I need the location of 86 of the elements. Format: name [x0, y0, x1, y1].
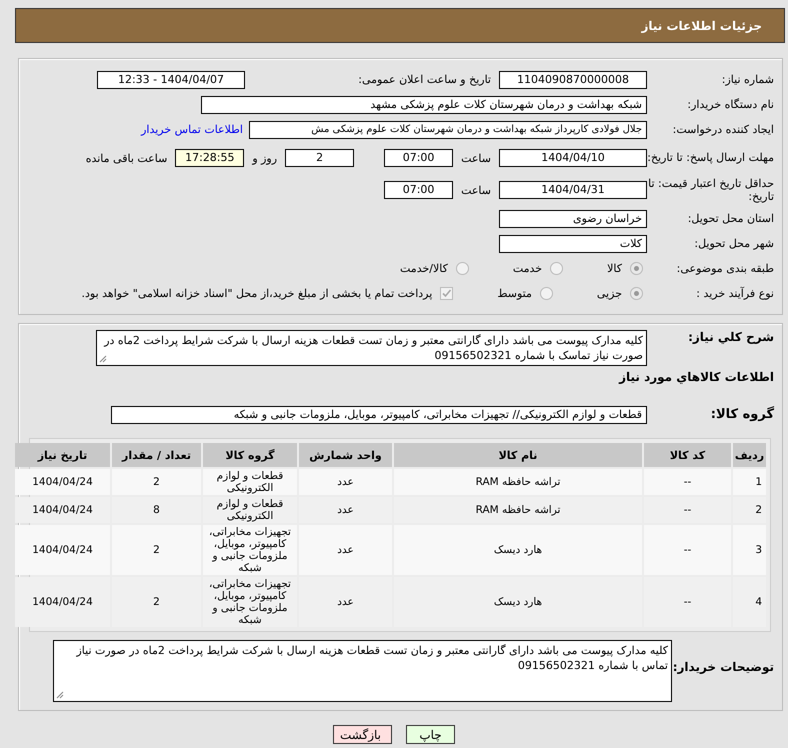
field-label: ساعت باقی مانده	[86, 152, 168, 164]
table-cell: --	[644, 469, 731, 495]
print-button[interactable]: چاپ	[406, 725, 455, 744]
deadline-time-field: 07:00	[384, 149, 454, 167]
table-cell: هارد دیسک	[394, 525, 642, 575]
field-label: شرح کلي نياز:	[687, 330, 775, 344]
table-cell: 1404/04/24	[15, 577, 110, 627]
table-cell: 8	[112, 497, 201, 523]
contact-link[interactable]: اطلاعات تماس خریدار	[141, 123, 243, 136]
field-label: توضیحات خریدار:	[672, 659, 775, 674]
table-cell: 1404/04/24	[15, 497, 110, 523]
need-number-field: 1104090870000008	[499, 70, 647, 88]
field-label: ساعت	[461, 184, 491, 196]
table-cell: هارد دیسک	[394, 577, 642, 627]
checkbox[interactable]	[440, 287, 454, 300]
column-header: تعداد / مقدار	[112, 443, 201, 467]
table-cell: --	[644, 577, 731, 627]
radio-button[interactable]	[630, 262, 643, 275]
table-cell: 4	[733, 577, 766, 627]
buyer-notes-field: کلیه مدارک پیوست می باشد دارای گارانتی معتبر و زمان تست قطعات هزینه ارسال با شرکت شرایط پرداخت 2ماه در صورت نیاز تماس با شماره 09156502321	[53, 640, 672, 702]
back-button[interactable]: بازگشت	[333, 725, 392, 744]
field-label: ساعت	[461, 152, 491, 164]
field-label: گروه کالا:	[710, 407, 775, 423]
table-cell: 2	[112, 577, 201, 627]
radio-label: خدمت	[512, 262, 542, 275]
checkbox-label: پرداخت تمام یا بخشی از مبلغ خرید،از محل "اسناد خزانه اسلامی" خواهد بود.	[82, 287, 432, 300]
table-cell: 1404/04/24	[15, 469, 110, 495]
remaining-time-field: 17:28:55	[175, 149, 244, 167]
column-header: گروه کالا	[203, 443, 297, 467]
table-cell: --	[644, 525, 731, 575]
field-label: طبقه بندی موضوعی:	[676, 262, 775, 276]
city-field: کلات	[499, 234, 647, 252]
radio-label: متوسط	[497, 287, 532, 300]
buyer-field: شبکه بهداشت و درمان شهرستان کلات علوم پزشکی مشهد	[201, 96, 647, 114]
radio-label: جزیی	[596, 287, 622, 300]
field-label: استان محل تحویل:	[686, 212, 775, 226]
page-title: جزئیات اطلاعات نیاز	[641, 18, 762, 32]
column-header: تاریخ نیاز	[15, 443, 110, 467]
table-cell: 1404/04/24	[15, 525, 110, 575]
table-cell: تراشه حافظه RAM	[394, 469, 642, 495]
resize-grip-icon	[56, 691, 64, 699]
radio-button[interactable]	[456, 262, 469, 275]
table-cell: عدد	[299, 497, 392, 523]
table-cell: قطعات و لوازم الکترونیکی	[203, 469, 297, 495]
table-cell: 3	[733, 525, 766, 575]
announce-date-field: 1404/04/07 - 12:33	[97, 70, 245, 88]
radio-label: کالا/خدمت	[400, 262, 448, 275]
days-field: 2	[285, 149, 354, 167]
field-label: نام دستگاه خریدار:	[686, 98, 775, 112]
section-title: اطلاعات کالاهاي مورد نياز	[618, 370, 775, 384]
province-field: خراسان رضوی	[499, 210, 647, 228]
radio-button[interactable]	[630, 287, 643, 300]
table-cell: قطعات و لوازم الکترونیکی	[203, 497, 297, 523]
column-header: نام کالا	[394, 443, 642, 467]
field-label: ایجاد کننده درخواست:	[672, 122, 775, 136]
field-label: روز و	[252, 152, 278, 164]
field-label: تاریخ و ساعت اعلان عمومی:	[357, 73, 491, 86]
table-cell: تجهیزات مخابراتی، کامپیوتر، موبایل، ملزومات جانبی و شبکه	[203, 525, 297, 575]
creator-field: جلال فولادی کارپرداز شبکه بهداشت و درمان شهرستان کلات علوم پزشکی مش	[249, 120, 647, 138]
table-cell: عدد	[299, 577, 392, 627]
table-cell: 2	[733, 497, 766, 523]
table-cell: 2	[112, 469, 201, 495]
column-header: ردیف	[733, 443, 766, 467]
resize-grip-icon	[99, 355, 107, 363]
radio-button[interactable]	[540, 287, 553, 300]
column-header: واحد شمارش	[299, 443, 392, 467]
validity-date-field: 1404/04/31	[499, 181, 647, 199]
table-cell: عدد	[299, 469, 392, 495]
table-cell: --	[644, 497, 731, 523]
field-label: نوع فرآیند خرید :	[695, 286, 775, 300]
field-label: حداقل تاریخ اعتبار قیمت: تا تاریخ:	[647, 176, 775, 204]
field-label: مهلت ارسال پاسخ: تا تاریخ:	[647, 151, 775, 165]
goods-group-field: قطعات و لوازم الکترونیکی// تجهیزات مخابراتی، کامپیوتر، موبایل، ملزومات جانبی و شبکه	[111, 406, 647, 424]
table-cell: عدد	[299, 525, 392, 575]
deadline-date-field: 1404/04/10	[499, 149, 647, 167]
column-header: کد کالا	[644, 443, 731, 467]
table-cell: 2	[112, 525, 201, 575]
field-label: شهر محل تحویل:	[693, 236, 775, 250]
table-cell: تجهیزات مخابراتی، کامپیوتر، موبایل، ملزومات جانبی و شبکه	[203, 577, 297, 627]
description-field: کلیه مدارک پیوست می باشد دارای گارانتی معتبر و زمان تست قطعات هزینه ارسال با شرکت شرایط پرداخت 2ماه در صورت نیاز تماسک با شماره 09156502321	[96, 330, 647, 366]
table-cell: تراشه حافظه RAM	[394, 497, 642, 523]
field-label: شماره نیاز:	[720, 72, 775, 86]
table-cell: 1	[733, 469, 766, 495]
radio-button[interactable]	[550, 262, 564, 275]
radio-label: کالا	[607, 262, 622, 275]
validity-time-field: 07:00	[384, 181, 454, 199]
